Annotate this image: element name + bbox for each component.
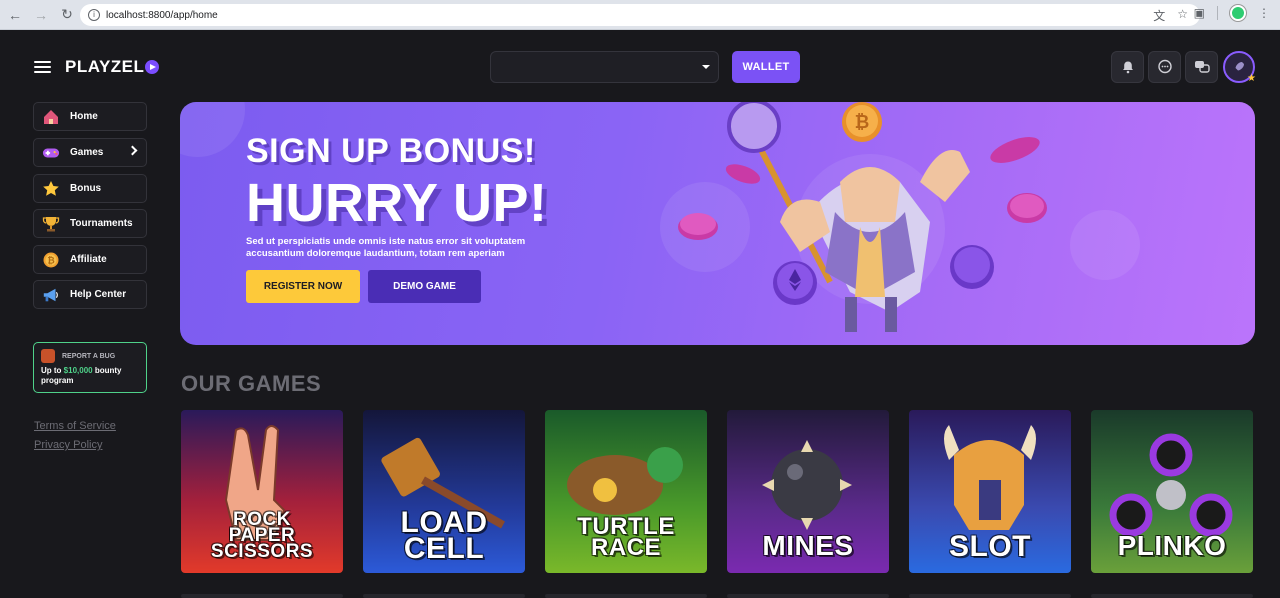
site-info-icon[interactable]: i	[88, 9, 100, 21]
ethereum-coin-icon	[773, 261, 817, 305]
coin-icon	[1007, 193, 1047, 223]
banner-title: SIGN UP BONUS!	[246, 132, 536, 170]
bounty-amount: $10,000	[63, 366, 93, 375]
browser-toolbar: ← → ↻ i localhost:8800/app/home 文 ☆ ▣ ⋮	[0, 0, 1280, 30]
avatar[interactable]: ★	[1223, 51, 1256, 84]
sidebar-item-label: Help Center	[70, 289, 127, 300]
register-now-button[interactable]: REGISTER NOW	[246, 270, 360, 303]
game-card-row-2-edge	[363, 594, 525, 598]
currency-select[interactable]	[490, 51, 719, 83]
privacy-policy-link[interactable]: Privacy Policy	[34, 439, 102, 451]
game-title-line: CELL	[403, 532, 485, 565]
game-card-turtle-race[interactable]: TURTLE RACE	[545, 410, 707, 573]
chevron-right-icon	[127, 145, 138, 156]
megaphone-icon	[42, 286, 60, 304]
decor-bubble	[180, 102, 245, 157]
sidebar-item-help-center[interactable]: Help Center	[33, 280, 147, 309]
sidebar-item-label: Tournaments	[70, 218, 133, 229]
coin-icon	[725, 164, 761, 184]
sidebar-item-label: Bonus	[70, 183, 102, 194]
logo-play-icon	[145, 60, 160, 74]
logo-text: PLAYZEL	[65, 57, 145, 76]
bug-text-prefix: Up to	[41, 366, 64, 375]
report-bug-card[interactable]: REPORT A BUG Up to $10,000 bounty progra…	[33, 342, 147, 393]
sidebar-item-affiliate[interactable]: ₿ Affiliate	[33, 245, 147, 274]
game-title-line: SCISSORS	[210, 541, 314, 562]
game-card-row-2-edge	[909, 594, 1071, 598]
messages-button[interactable]	[1185, 51, 1218, 83]
game-title-line: RACE	[590, 534, 661, 561]
sidebar-item-label: Affiliate	[70, 254, 107, 265]
demo-game-button[interactable]: DEMO GAME	[368, 270, 481, 303]
game-title: PLINKO	[1117, 530, 1227, 561]
sidebar-item-label: Games	[70, 147, 104, 158]
sidebar-item-bonus[interactable]: Bonus	[33, 174, 147, 203]
bug-icon	[41, 349, 55, 363]
address-bar[interactable]: i localhost:8800/app/home 文 ☆	[80, 4, 1200, 26]
bitcoin-coin-icon: ₿	[842, 102, 882, 142]
signup-bonus-banner: SIGN UP BONUS! HURRY UP! Sed ut perspici…	[180, 102, 1255, 345]
game-title: MINES	[762, 530, 854, 561]
game-title: LOAD CELL	[363, 508, 525, 565]
divider	[1217, 6, 1218, 20]
translate-icon[interactable]: 文	[1153, 7, 1165, 24]
game-card-row-2-edge	[545, 594, 707, 598]
forward-icon[interactable]: →	[30, 4, 52, 26]
top-bar: PLAYZEL WALLET ★	[0, 31, 1280, 101]
wizard-character-illustration: ₿	[678, 102, 1047, 332]
game-title: ROCK PAPER SCISSORS	[181, 510, 343, 562]
coin-icon	[678, 213, 718, 240]
house-icon	[42, 108, 60, 126]
bell-icon	[1122, 61, 1133, 74]
coin-icon	[990, 137, 1040, 163]
notifications-button[interactable]	[1111, 51, 1144, 83]
game-card-row-2-edge	[1091, 594, 1253, 598]
star-badge-icon: ★	[1247, 73, 1256, 84]
hamburger-menu-icon[interactable]	[34, 61, 51, 73]
terms-of-service-link[interactable]: Terms of Service	[34, 420, 116, 432]
sidebar-item-games[interactable]: Games	[33, 138, 147, 167]
game-title: SLOT	[949, 530, 1031, 563]
bug-card-text: Up to $10,000 bounty program	[41, 366, 139, 386]
coin-icon	[950, 245, 994, 289]
bug-card-heading: REPORT A BUG	[62, 352, 116, 360]
sidebar-item-home[interactable]: Home	[33, 102, 147, 131]
messages-icon	[1194, 61, 1210, 73]
extensions-icon[interactable]: ▣	[1194, 6, 1205, 20]
svg-text:₿: ₿	[855, 112, 870, 132]
banner-description: Sed ut perspiciatis unde omnis iste natu…	[246, 236, 526, 259]
logo[interactable]: PLAYZEL	[65, 57, 160, 77]
game-card-row-2-edge	[181, 594, 343, 598]
game-card-plinko[interactable]: PLINKO	[1091, 410, 1253, 573]
game-card-row-2-edge	[727, 594, 889, 598]
url-text: localhost:8800/app/home	[106, 9, 218, 21]
banner-subtitle: HURRY UP!	[246, 173, 548, 233]
game-card-mines[interactable]: MINES	[727, 410, 889, 573]
game-card-load-cell[interactable]: LOAD CELL	[363, 410, 525, 573]
chat-button[interactable]	[1148, 51, 1181, 83]
coin-icon: ₿	[42, 251, 60, 269]
gamepad-icon	[42, 144, 60, 162]
bookmark-star-icon[interactable]: ☆	[1177, 7, 1188, 24]
sidebar-item-label: Home	[70, 111, 98, 122]
svg-text:₿: ₿	[47, 255, 54, 265]
wallet-button[interactable]: WALLET	[732, 51, 800, 83]
reload-icon[interactable]: ↻	[56, 4, 78, 26]
chat-bubble-icon	[1157, 59, 1172, 74]
game-card-rock-paper-scissors[interactable]: ROCK PAPER SCISSORS	[181, 410, 343, 573]
our-games-heading: OUR GAMES	[181, 371, 322, 396]
profile-icon[interactable]	[1230, 5, 1246, 21]
menu-dots-icon[interactable]: ⋮	[1258, 6, 1270, 20]
game-title: TURTLE RACE	[545, 515, 707, 561]
trophy-icon	[42, 215, 60, 233]
game-card-slot[interactable]: SLOT	[909, 410, 1071, 573]
chevron-down-icon	[702, 65, 710, 69]
back-icon[interactable]: ←	[4, 4, 26, 26]
app: PLAYZEL WALLET ★ Home Games Bonus Tourna…	[0, 31, 1280, 598]
sidebar-item-tournaments[interactable]: Tournaments	[33, 209, 147, 238]
rocket-icon	[1235, 62, 1244, 71]
star-icon	[42, 180, 60, 198]
